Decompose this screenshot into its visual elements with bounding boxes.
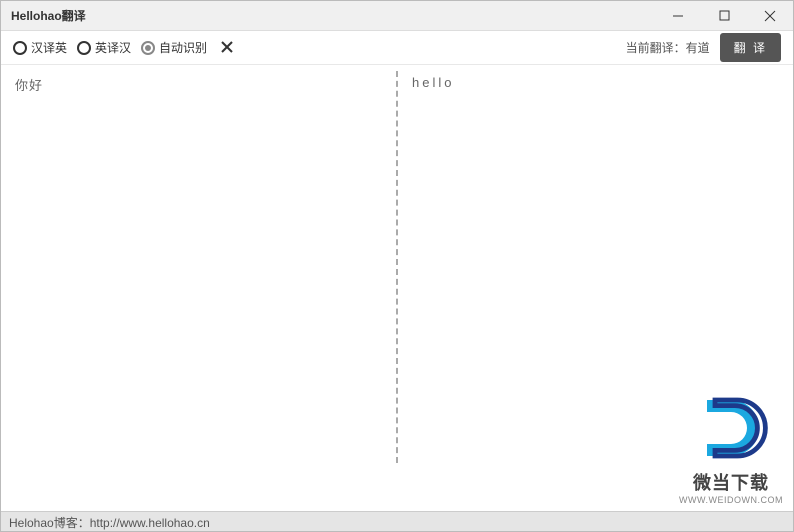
close-icon bbox=[221, 41, 233, 53]
target-text: hello bbox=[412, 75, 454, 90]
radio-cn-to-en[interactable]: 汉译英 bbox=[13, 39, 67, 56]
window-title: Hellohao翻译 bbox=[11, 7, 86, 24]
radio-auto-detect[interactable]: 自动识别 bbox=[141, 39, 207, 56]
minimize-icon bbox=[672, 10, 684, 22]
radio-label: 自动识别 bbox=[159, 39, 207, 56]
titlebar: Hellohao翻译 bbox=[1, 1, 793, 31]
clear-button[interactable] bbox=[221, 40, 233, 56]
source-text: 你好 bbox=[15, 78, 43, 93]
radio-label: 英译汉 bbox=[95, 39, 131, 56]
maximize-icon bbox=[719, 10, 730, 21]
maximize-button[interactable] bbox=[701, 1, 747, 31]
toolbar: 汉译英 英译汉 自动识别 当前翻译：有道 翻 译 bbox=[1, 31, 793, 65]
mode-radio-group: 汉译英 英译汉 自动识别 bbox=[13, 39, 207, 56]
source-pane[interactable]: 你好 bbox=[1, 65, 396, 513]
close-button[interactable] bbox=[747, 1, 793, 31]
radio-icon bbox=[13, 41, 27, 55]
status-text: Helohao博客：http://www.hellohao.cn bbox=[9, 516, 210, 530]
radio-icon bbox=[77, 41, 91, 55]
statusbar: Helohao博客：http://www.hellohao.cn bbox=[1, 511, 793, 531]
translate-button[interactable]: 翻 译 bbox=[720, 33, 781, 62]
target-pane: hello bbox=[398, 65, 793, 513]
radio-en-to-cn[interactable]: 英译汉 bbox=[77, 39, 131, 56]
minimize-button[interactable] bbox=[655, 1, 701, 31]
window-controls bbox=[655, 1, 793, 31]
radio-icon bbox=[141, 41, 155, 55]
close-icon bbox=[764, 10, 776, 22]
content-area: 你好 hello 微当下载 WWW.WEIDOWN.COM bbox=[1, 65, 793, 513]
radio-label: 汉译英 bbox=[31, 39, 67, 56]
engine-label: 当前翻译：有道 bbox=[626, 39, 710, 56]
